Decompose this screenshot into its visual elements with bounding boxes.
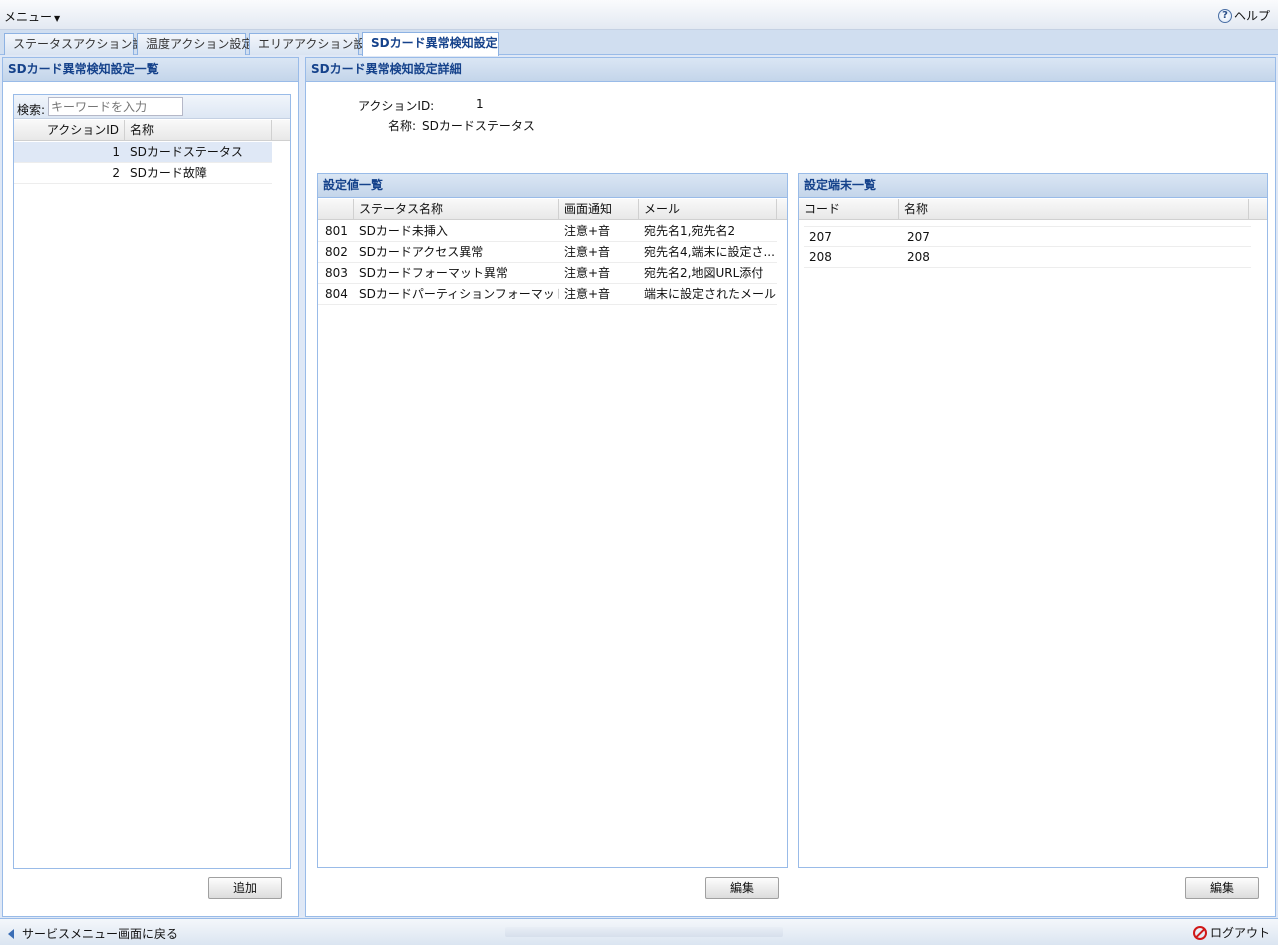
table-row[interactable]: 207 207 [804,226,1251,247]
notify-cell: 注意+音 [564,266,611,280]
column-header-screen-notify[interactable]: 画面通知 [559,199,639,219]
action-id-value: 1 [476,97,484,111]
back-label: サービスメニュー画面に戻る [22,927,179,941]
caret-down-icon: ▼ [54,14,61,23]
tab-label: SDカード異常検知設定 [371,36,498,50]
code-cell: 802 [325,245,348,259]
terminal-list-panel: 設定端末一覧 コード 名称 207 207 208 208 [798,173,1268,868]
top-menu-bar: メニュー ▼ ? ヘルプ [0,0,1278,30]
search-label: 検索: [17,103,46,117]
name-cell: SDカードステータス [130,145,243,159]
mail-cell: 宛先名4,端末に設定さ... [644,245,775,259]
action-id-cell: 2 [112,166,120,180]
notify-cell: 注意+音 [564,224,611,238]
tab-strip: ステータスアクション設定 温度アクション設定 エリアアクション設定 SDカード異… [0,30,1278,56]
status-cell: SDカードアクセス異常 [359,245,484,259]
code-cell: 801 [325,224,348,238]
sd-detection-list-panel: SDカード異常検知設定一覧 検索: アクションID 名称 1 SDカードステータ… [2,57,299,917]
table-row[interactable]: 804 SDカードパーティションフォーマット誤り 注意+音 端末に設定されたメー… [318,284,777,305]
tab-area-action[interactable]: エリアアクション設定 [249,33,377,55]
mail-cell: 宛先名1,宛先名2 [644,224,736,238]
table-row[interactable]: 2 SDカード故障 [14,163,272,184]
menu-label: メニュー [4,10,53,24]
name-cell: SDカード故障 [130,166,207,180]
action-list-grid: 検索: アクションID 名称 1 SDカードステータス 2 SDカード故障 [13,94,291,869]
column-header-code[interactable]: コード [799,199,899,219]
tab-label: 温度アクション設定 [146,37,254,51]
notify-cell: 注意+音 [564,287,611,301]
table-row[interactable]: 1 SDカードステータス [14,142,272,163]
notify-cell: 注意+音 [564,245,611,259]
logout-link[interactable]: ログアウト [1192,924,1270,941]
splitter-handle[interactable] [505,927,783,937]
column-header-mail[interactable]: メール [639,199,777,219]
code-cell: 208 [809,250,832,264]
grid-header: コード 名称 [799,199,1267,220]
footer-bar: サービスメニュー画面に戻る ログアウト [0,918,1278,945]
help-link[interactable]: ? ヘルプ [1217,7,1270,24]
status-cell: SDカードフォーマット異常 [359,266,508,280]
column-header-status-name[interactable]: ステータス名称 [354,199,559,219]
grid-header: ステータス名称 画面通知 メール [318,199,787,220]
name-label: 名称: [388,119,417,133]
table-row[interactable]: 801 SDカード未挿入 注意+音 宛先名1,宛先名2 [318,221,777,242]
edit-terminals-button[interactable]: 編集 [1185,877,1259,899]
logout-label: ログアウト [1209,926,1270,940]
tab-temperature-action[interactable]: 温度アクション設定 [137,33,253,55]
add-button[interactable]: 追加 [208,877,282,899]
table-row[interactable]: 803 SDカードフォーマット異常 注意+音 宛先名2,地図URL添付 [318,263,777,284]
code-cell: 803 [325,266,348,280]
sd-detection-detail-panel: SDカード異常検知設定詳細 アクションID: 1 名称: SDカードステータス … [305,57,1276,917]
action-id-cell: 1 [112,145,120,159]
column-header-name[interactable]: 名称 [125,120,272,140]
panel-title: SDカード異常検知設定一覧 [3,58,298,82]
tab-label: ステータスアクション設定 [13,37,157,51]
name-value: SDカードステータス [422,119,535,133]
mail-cell: 宛先名2,地図URL添付 [644,266,764,280]
status-cell: SDカード未挿入 [359,224,448,238]
tab-sd-card-detection[interactable]: SDカード異常検知設定 [362,32,499,56]
name-cell: 208 [907,250,930,264]
search-toolbar: 検索: [14,95,290,119]
column-header-code[interactable] [318,199,354,219]
tab-status-action[interactable]: ステータスアクション設定 [4,33,156,55]
tab-label: エリアアクション設定 [258,37,378,51]
menu-dropdown[interactable]: メニュー ▼ [4,8,60,25]
settings-value-list-panel: 設定値一覧 ステータス名称 画面通知 メール 801 SDカード未挿入 注意+音… [317,173,788,868]
code-cell: 804 [325,287,348,301]
grid-header: アクションID 名称 [14,120,290,141]
action-id-label: アクションID: [358,99,435,113]
back-to-service-menu-link[interactable]: サービスメニュー画面に戻る [8,925,178,942]
name-cell: 207 [907,230,930,244]
code-cell: 207 [809,230,832,244]
panel-title: 設定値一覧 [318,174,787,198]
panel-title: 設定端末一覧 [799,174,1267,198]
panel-title: SDカード異常検知設定詳細 [306,58,1275,82]
help-icon: ? [1217,8,1232,23]
column-header-action-id[interactable]: アクションID [14,120,125,140]
table-row[interactable]: 802 SDカードアクセス異常 注意+音 宛先名4,端末に設定さ... [318,242,777,263]
edit-settings-button[interactable]: 編集 [705,877,779,899]
help-label: ヘルプ [1233,9,1270,23]
mail-cell: 端末に設定されたメール... [644,287,777,301]
back-arrow-icon [8,928,14,939]
logout-icon [1192,925,1207,940]
search-input[interactable] [48,97,183,116]
table-row[interactable]: 208 208 [804,247,1251,268]
column-header-name[interactable]: 名称 [899,199,1249,219]
status-cell: SDカードパーティションフォーマット誤り [359,287,559,301]
